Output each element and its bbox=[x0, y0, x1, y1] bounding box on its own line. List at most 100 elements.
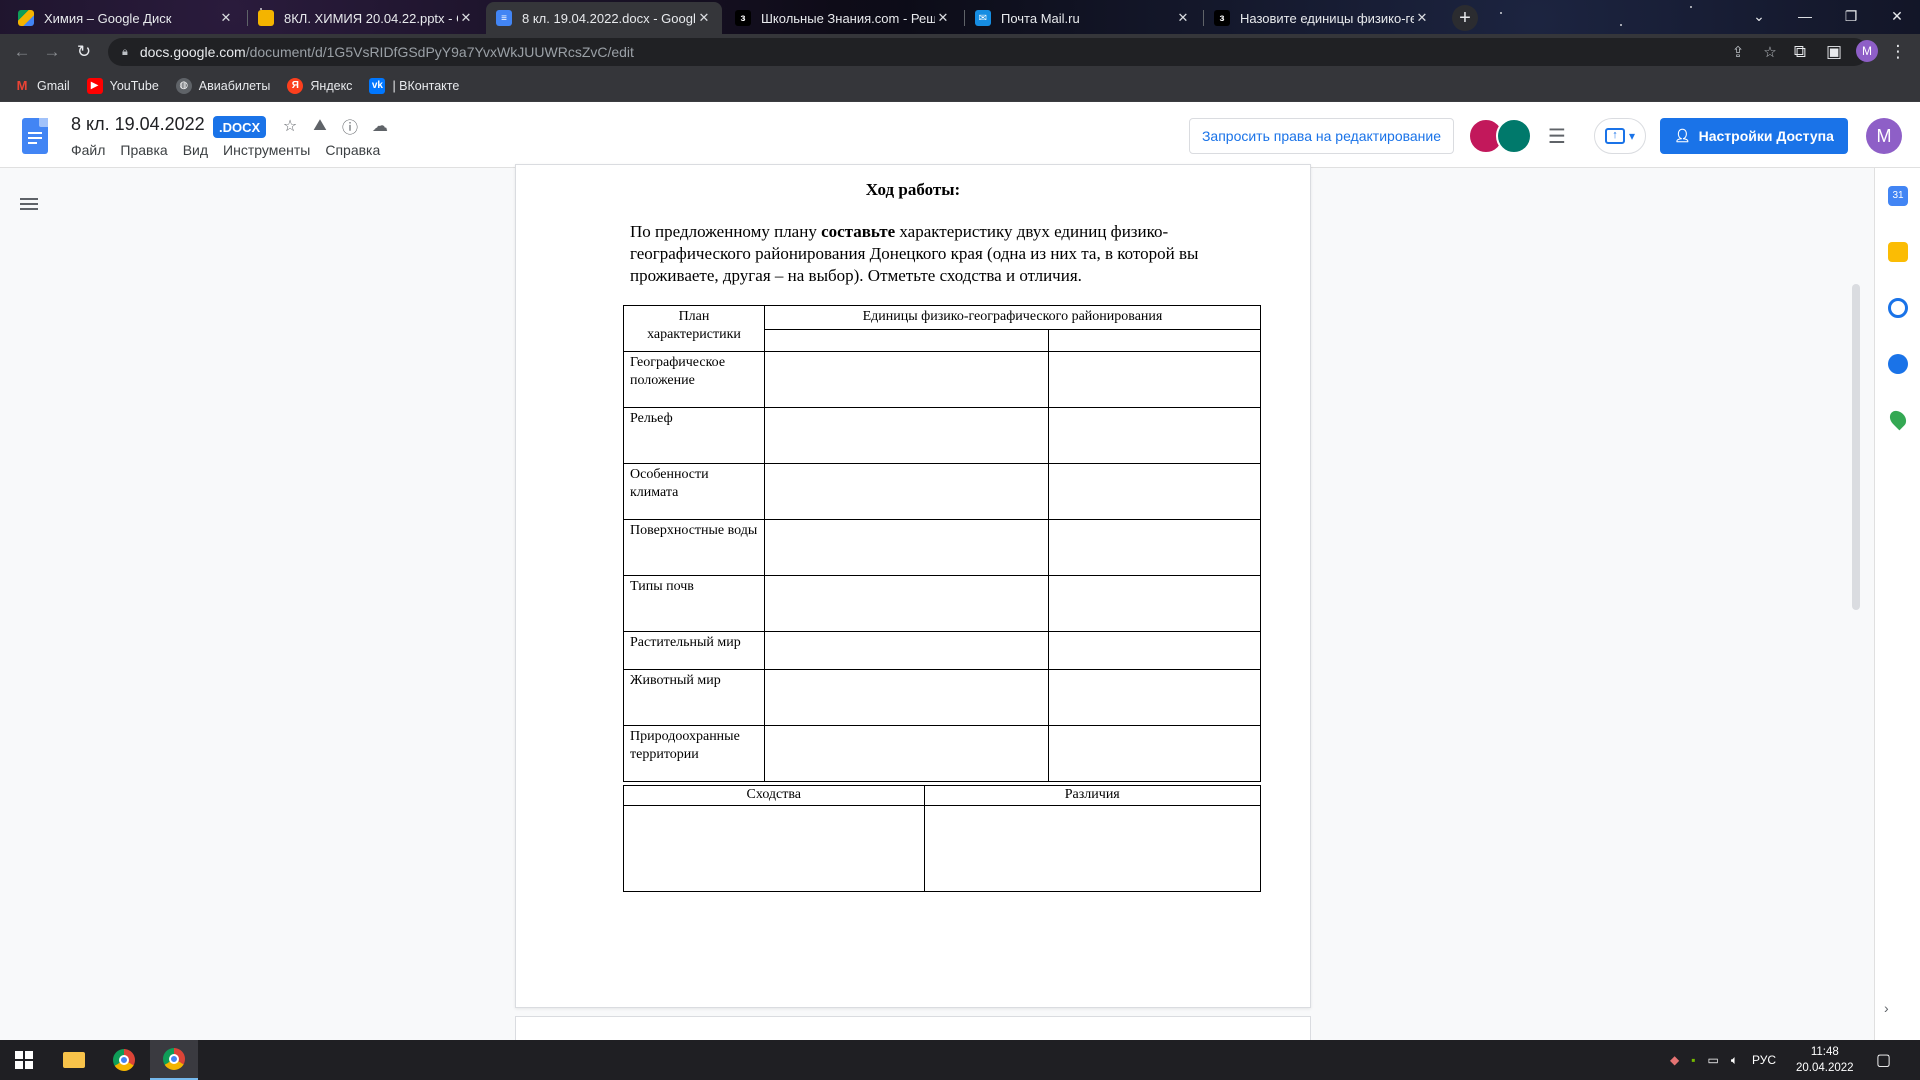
differences-cell[interactable] bbox=[923, 805, 1262, 892]
chrome-menu-icon[interactable]: ⋮ bbox=[1886, 40, 1910, 64]
menu-tools[interactable]: Инструменты bbox=[223, 142, 310, 158]
differences-header-cell: Различия bbox=[923, 785, 1262, 806]
table-cell[interactable] bbox=[763, 519, 1050, 576]
table-cell[interactable] bbox=[1048, 351, 1261, 408]
table-cell[interactable] bbox=[1048, 575, 1261, 632]
bookmark-yandex[interactable]: Я Яндекс bbox=[287, 77, 352, 94]
present-upload-button[interactable]: ↑ ▾ bbox=[1594, 118, 1646, 154]
share-page-icon[interactable]: ⇪ bbox=[1724, 38, 1752, 66]
table-cell[interactable] bbox=[1048, 407, 1261, 464]
docs-header: 8 кл. 19.04.2022 .DOCX ☆ ⛰ ⓘ ☁ Файл Прав… bbox=[0, 102, 1920, 168]
table-cell[interactable] bbox=[763, 463, 1050, 520]
similarities-cell[interactable] bbox=[623, 805, 925, 892]
close-tab-icon[interactable]: ✕ bbox=[935, 10, 951, 26]
lock-icon: 🔒︎ bbox=[122, 45, 128, 58]
menu-edit[interactable]: Правка bbox=[120, 142, 167, 158]
table-cell[interactable] bbox=[763, 631, 1050, 670]
file-explorer-icon[interactable] bbox=[50, 1040, 98, 1080]
expand-panel-icon[interactable]: › bbox=[1884, 1000, 1889, 1016]
cloud-status-icon[interactable]: ☁ bbox=[368, 114, 392, 138]
network-icon[interactable]: ▭ bbox=[1708, 1053, 1719, 1067]
profile-avatar[interactable]: M bbox=[1856, 40, 1878, 62]
table-cell[interactable] bbox=[763, 575, 1050, 632]
info-icon[interactable]: ⓘ bbox=[338, 114, 362, 138]
reload-icon[interactable]: ↻ bbox=[72, 40, 96, 64]
chrome-icon[interactable] bbox=[100, 1040, 148, 1080]
system-clock[interactable]: 11:48 20.04.2022 bbox=[1796, 1044, 1854, 1076]
document-scrollbar[interactable] bbox=[1852, 284, 1860, 610]
browser-tab[interactable]: 8КЛ. ХИМИЯ 20.04.22.pptx - Goo ✕ bbox=[248, 2, 484, 34]
bookmark-aviabilety[interactable]: ◍ Авиабилеты bbox=[175, 77, 270, 94]
browser-tab-active[interactable]: ≡ 8 кл. 19.04.2022.docx - Google Д ✕ bbox=[486, 2, 722, 34]
table-cell[interactable] bbox=[763, 725, 1050, 782]
keep-icon[interactable] bbox=[1888, 242, 1908, 262]
docx-badge: .DOCX bbox=[213, 116, 267, 138]
table-cell[interactable] bbox=[1048, 631, 1261, 670]
table-cell[interactable] bbox=[1048, 519, 1261, 576]
browser-tab[interactable]: з Школьные Знания.com - Решае ✕ bbox=[725, 2, 961, 34]
unit-2-header-cell[interactable] bbox=[1048, 329, 1261, 352]
table-cell[interactable] bbox=[1048, 669, 1261, 726]
close-tab-icon[interactable]: ✕ bbox=[696, 10, 712, 26]
chrome-active-icon[interactable] bbox=[150, 1040, 198, 1080]
language-indicator[interactable]: РУС bbox=[1752, 1053, 1776, 1067]
close-tab-icon[interactable]: ✕ bbox=[1175, 10, 1191, 26]
extensions-icon[interactable]: ⧉ bbox=[1788, 40, 1812, 64]
similarities-header-cell: Сходства bbox=[623, 785, 925, 806]
user-avatar[interactable]: M bbox=[1866, 118, 1902, 154]
tasks-icon[interactable] bbox=[1888, 298, 1908, 318]
tab-search-icon[interactable]: ⌄ bbox=[1736, 0, 1782, 32]
google-docs-logo-icon[interactable] bbox=[22, 118, 48, 154]
close-tab-icon[interactable]: ✕ bbox=[458, 10, 474, 26]
table-cell[interactable] bbox=[763, 351, 1050, 408]
notifications-icon[interactable]: ▢ bbox=[1876, 1040, 1891, 1080]
comments-icon[interactable]: ☰ bbox=[1548, 124, 1572, 148]
restore-icon[interactable]: ❐ bbox=[1828, 0, 1874, 32]
units-header-cell: Единицы физико-географического райониров… bbox=[763, 305, 1262, 330]
nvidia-icon[interactable]: ▪ bbox=[1691, 1053, 1695, 1067]
contacts-icon[interactable] bbox=[1888, 354, 1908, 374]
new-tab-button[interactable]: + bbox=[1452, 5, 1478, 31]
close-window-icon[interactable]: ✕ bbox=[1874, 0, 1920, 32]
app-tray-icon[interactable]: ◆ bbox=[1670, 1053, 1679, 1067]
google-drive-icon bbox=[18, 10, 34, 26]
side-panel-icon[interactable]: ▣ bbox=[1822, 40, 1846, 64]
browser-tab[interactable]: Химия – Google Диск ✕ bbox=[8, 2, 244, 34]
collaborator-avatar[interactable] bbox=[1496, 118, 1532, 154]
menu-view[interactable]: Вид bbox=[183, 142, 208, 158]
share-button[interactable]: 👤︎ Настройки Доступа bbox=[1660, 118, 1848, 154]
browser-tab[interactable]: ✉ Почта Mail.ru ✕ bbox=[965, 2, 1201, 34]
bookmark-gmail[interactable]: M Gmail bbox=[14, 78, 70, 94]
close-tab-icon[interactable]: ✕ bbox=[218, 10, 234, 26]
address-bar[interactable]: 🔒︎ docs.google.com/document/d/1G5VsRIDfG… bbox=[108, 38, 1868, 66]
menu-help[interactable]: Справка bbox=[325, 142, 380, 158]
maps-icon[interactable] bbox=[1886, 407, 1910, 431]
bookmark-youtube[interactable]: ▶ YouTube bbox=[86, 77, 159, 94]
minimize-icon[interactable]: — bbox=[1782, 0, 1828, 32]
windows-start-icon[interactable] bbox=[0, 1040, 48, 1080]
forward-icon[interactable]: → bbox=[40, 40, 64, 64]
unit-1-header-cell[interactable] bbox=[763, 329, 1050, 352]
bookmark-vkontakte[interactable]: vk | ВКонтакте bbox=[369, 77, 459, 94]
document-page[interactable]: Ход работы: По предложенному плану соста… bbox=[515, 164, 1311, 1008]
request-edit-access-button[interactable]: Запросить права на редактирование bbox=[1189, 118, 1454, 154]
table-cell[interactable] bbox=[763, 669, 1050, 726]
back-icon[interactable]: ← bbox=[10, 40, 34, 64]
volume-icon[interactable]: 🔈︎ bbox=[1731, 1053, 1738, 1068]
move-to-drive-icon[interactable]: ⛰ bbox=[308, 114, 332, 138]
menu-file[interactable]: Файл bbox=[71, 142, 105, 158]
table-cell[interactable] bbox=[1048, 463, 1261, 520]
document-outline-icon[interactable] bbox=[20, 198, 38, 214]
table-cell[interactable] bbox=[1048, 725, 1261, 782]
table-cell[interactable] bbox=[763, 407, 1050, 464]
table-row-label: Природоохранные территории bbox=[623, 725, 765, 782]
browser-tab[interactable]: з Назовите единицы физико-геог ✕ bbox=[1204, 2, 1440, 34]
table-row-label: Географическое положение bbox=[623, 351, 765, 408]
close-tab-icon[interactable]: ✕ bbox=[1414, 10, 1430, 26]
bookmark-star-icon[interactable]: ☆ bbox=[1756, 38, 1784, 66]
vk-icon: vk bbox=[369, 77, 386, 94]
calendar-icon[interactable]: 31 bbox=[1888, 186, 1908, 206]
document-title[interactable]: 8 кл. 19.04.2022 bbox=[71, 114, 205, 135]
characteristics-table: План характеристики Единицы физико-геогр… bbox=[623, 305, 1262, 782]
star-icon[interactable]: ☆ bbox=[278, 114, 302, 138]
